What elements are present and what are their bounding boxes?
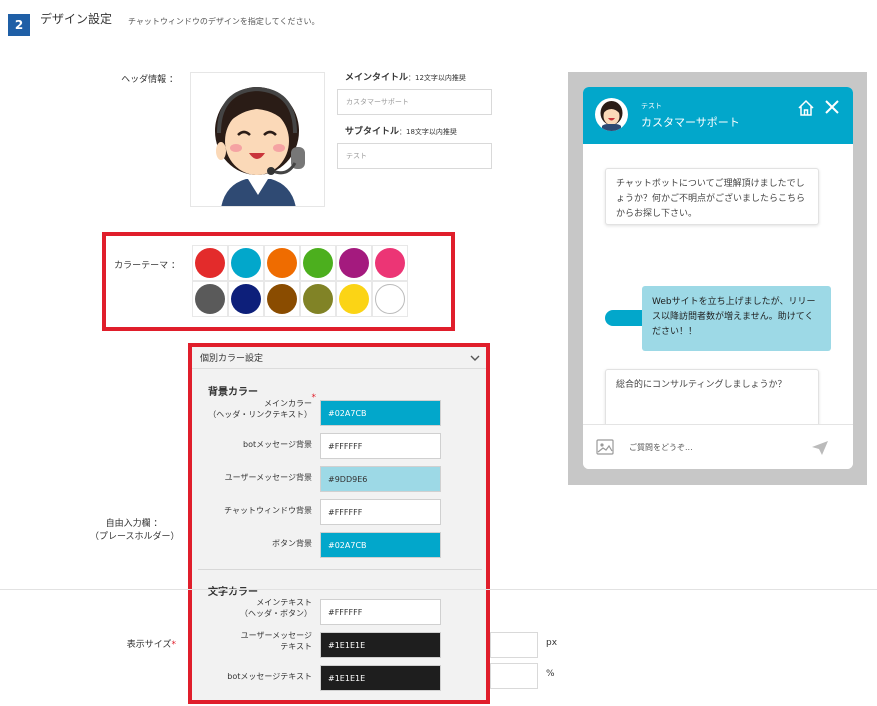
- color-swatch[interactable]: [303, 284, 333, 314]
- color-setting-label: ユーザーメッセージ テキスト: [240, 631, 312, 651]
- required-marker: *: [311, 393, 317, 403]
- color-swatch[interactable]: [267, 284, 297, 314]
- section-divider: [0, 589, 877, 590]
- color-swatch[interactable]: [231, 284, 261, 314]
- chat-avatar: [595, 98, 628, 131]
- color-value-input[interactable]: #02A7CB: [320, 532, 441, 558]
- color-swatch-cell[interactable]: [336, 281, 372, 317]
- color-value-input[interactable]: #FFFFFF: [320, 599, 441, 625]
- chat-preview-window: テスト カスタマーサポート チャットボットについてご理解頂けましたでしょうか？何…: [583, 87, 853, 469]
- display-size-width-input[interactable]: [490, 632, 538, 658]
- color-value-input[interactable]: #9DD9E6: [320, 466, 441, 492]
- color-value-input[interactable]: #1E1E1E: [320, 632, 441, 658]
- header-avatar-image[interactable]: [190, 72, 325, 207]
- custom-colors-panel: 個別カラー設定 背景カラー メインカラー （ヘッダ・リンクテキスト） * #02A7C…: [192, 347, 486, 700]
- color-swatch-cell[interactable]: [300, 245, 336, 281]
- text-color-group-title: 文字カラー: [208, 587, 258, 598]
- section-title: デザイン設定: [40, 12, 113, 26]
- bg-color-group-title: 背景カラー: [208, 387, 258, 398]
- color-setting-label: メインカラー （ヘッダ・リンクテキスト） *: [208, 393, 316, 419]
- color-swatch[interactable]: [195, 248, 225, 278]
- operator-illustration: [215, 86, 305, 206]
- color-value-input[interactable]: #FFFFFF: [320, 433, 441, 459]
- color-theme-grid: [192, 245, 408, 317]
- home-icon[interactable]: [797, 99, 815, 117]
- chat-messages: チャットボットについてご理解頂けましたでしょうか？何かご不明点がございましたらこ…: [583, 144, 853, 427]
- color-swatch-cell[interactable]: [264, 281, 300, 317]
- header-info-label: ヘッダ情報 ：: [121, 75, 178, 85]
- color-swatch[interactable]: [375, 248, 405, 278]
- color-swatch[interactable]: [303, 248, 333, 278]
- custom-colors-panel-header[interactable]: 個別カラー設定: [192, 347, 486, 369]
- color-swatch-cell[interactable]: [264, 245, 300, 281]
- color-swatch-cell[interactable]: [228, 245, 264, 281]
- color-swatch-cell[interactable]: [372, 245, 408, 281]
- color-setting-label: メインテキスト （ヘッダ・ボタン）: [240, 598, 312, 618]
- color-value-input[interactable]: #1E1E1E: [320, 665, 441, 691]
- chat-input-bar: ご質問をどうぞ...: [583, 424, 853, 469]
- display-size-label: 表示サイズ*: [126, 640, 176, 650]
- main-title-label: メインタイトル：12文字以内推奨: [345, 73, 466, 83]
- section-description: チャットウィンドウのデザインを指定してください。: [128, 17, 320, 26]
- color-swatch[interactable]: [195, 284, 225, 314]
- percent-unit-label: %: [546, 669, 555, 679]
- chat-subtitle: テスト: [641, 102, 662, 110]
- bot-message: チャットボットについてご理解頂けましたでしょうか？何かご不明点がございましたらこ…: [605, 168, 819, 225]
- color-swatch[interactable]: [339, 248, 369, 278]
- color-swatch[interactable]: [375, 284, 405, 314]
- send-icon[interactable]: [811, 440, 829, 456]
- chat-title: カスタマーサポート: [641, 116, 740, 129]
- color-value-input[interactable]: #FFFFFF: [320, 499, 441, 525]
- color-swatch-cell[interactable]: [192, 281, 228, 317]
- color-setting-label: botメッセージテキスト: [227, 672, 312, 681]
- color-swatch[interactable]: [231, 248, 261, 278]
- chat-input[interactable]: ご質問をどうぞ...: [629, 442, 693, 453]
- custom-colors-panel-title: 個別カラー設定: [200, 354, 264, 364]
- color-swatch-cell[interactable]: [372, 281, 408, 317]
- color-swatch-cell[interactable]: [192, 245, 228, 281]
- color-setting-label: botメッセージ背景: [243, 440, 312, 449]
- main-title-input[interactable]: カスタマーサポート: [337, 89, 492, 115]
- chat-header: テスト カスタマーサポート: [583, 87, 853, 144]
- color-setting-label: ボタン背景: [272, 539, 312, 548]
- color-theme-label: カラーテーマ ：: [114, 261, 180, 271]
- sub-title-label: サブタイトル：18文字以内推奨: [345, 127, 457, 137]
- color-swatch[interactable]: [267, 248, 297, 278]
- px-unit-label: px: [546, 638, 558, 648]
- color-swatch-cell[interactable]: [228, 281, 264, 317]
- group-divider: [198, 569, 482, 570]
- display-size-height-input[interactable]: [490, 663, 538, 689]
- free-input-label: 自由入力欄 ： （プレースホルダー）: [90, 519, 180, 542]
- image-icon[interactable]: [596, 439, 614, 455]
- chevron-down-icon: [470, 355, 480, 361]
- close-icon[interactable]: [824, 99, 840, 115]
- color-swatch-cell[interactable]: [300, 281, 336, 317]
- color-setting-label: ユーザーメッセージ背景: [224, 473, 312, 482]
- color-setting-label: チャットウィンドウ背景: [224, 506, 312, 515]
- color-value-input[interactable]: #02A7CB: [320, 400, 441, 426]
- sub-title-input[interactable]: テスト: [337, 143, 492, 169]
- bot-message: 総合的にコンサルティングしましょうか？: [605, 369, 819, 427]
- step-badge: 2: [8, 14, 30, 36]
- user-message: Webサイトを立ち上げましたが、リリース以降訪問者数が増えません。助けてください…: [642, 286, 831, 351]
- color-swatch-cell[interactable]: [336, 245, 372, 281]
- color-swatch[interactable]: [339, 284, 369, 314]
